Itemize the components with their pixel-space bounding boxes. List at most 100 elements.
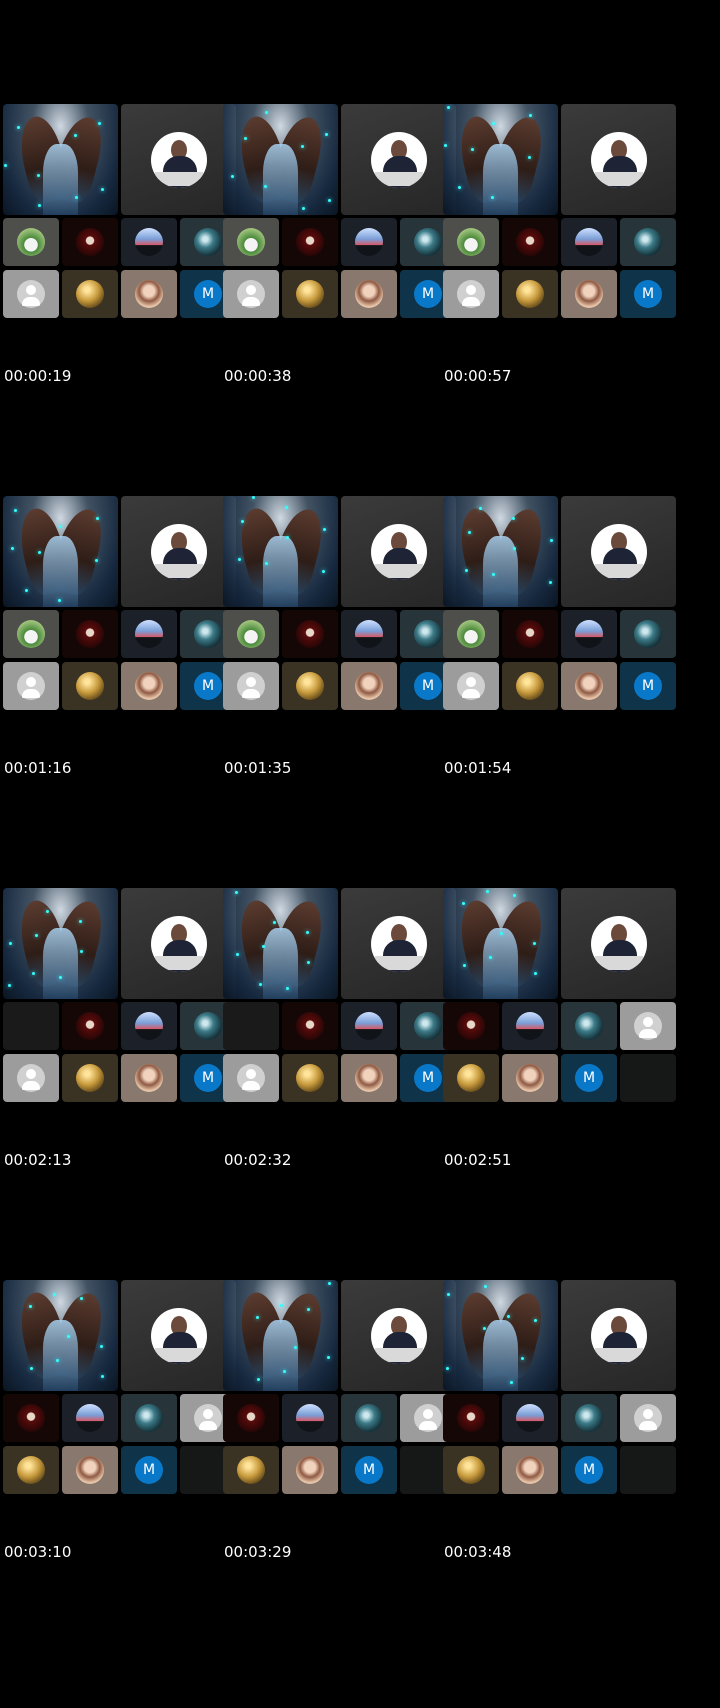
participant-man-green-tile[interactable]	[443, 610, 499, 658]
participant-gold-tile[interactable]	[223, 1446, 279, 1494]
participant-bearded-man-tile[interactable]	[561, 662, 617, 710]
participant-earth-tile[interactable]	[121, 1394, 177, 1442]
participant-earth-tile[interactable]	[620, 610, 676, 658]
participant-bearded-man-tile[interactable]	[502, 1446, 558, 1494]
participant-bearded-man-tile[interactable]	[341, 270, 397, 318]
participant-camera-off-tile[interactable]	[223, 1002, 279, 1050]
participant-default-avatar-tile[interactable]	[223, 270, 279, 318]
participant-earth-tile[interactable]	[341, 1394, 397, 1442]
participant-default-avatar-tile[interactable]	[223, 1054, 279, 1102]
main-video-tile[interactable]	[223, 888, 338, 999]
main-video-tile[interactable]	[443, 1280, 558, 1391]
presenter-tile[interactable]	[341, 1280, 456, 1391]
participant-gold-tile[interactable]	[282, 662, 338, 710]
participant-silhouette-tile[interactable]	[121, 218, 177, 266]
participant-m-tile[interactable]: M	[561, 1446, 617, 1494]
main-video-tile[interactable]	[3, 496, 118, 607]
presenter-tile[interactable]	[561, 496, 676, 607]
participant-red-portrait-tile[interactable]	[62, 1002, 118, 1050]
participant-silhouette-tile[interactable]	[341, 610, 397, 658]
participant-silhouette-tile[interactable]	[502, 1002, 558, 1050]
main-video-tile[interactable]	[223, 104, 338, 215]
participant-bearded-man-tile[interactable]	[341, 1054, 397, 1102]
main-video-tile[interactable]	[443, 104, 558, 215]
participant-silhouette-tile[interactable]	[561, 218, 617, 266]
participant-gold-tile[interactable]	[282, 1054, 338, 1102]
participant-red-portrait-tile[interactable]	[443, 1394, 499, 1442]
participant-gold-tile[interactable]	[502, 662, 558, 710]
participant-m-tile[interactable]: M	[121, 1446, 177, 1494]
participant-red-portrait-tile[interactable]	[3, 1394, 59, 1442]
presenter-tile[interactable]	[121, 496, 236, 607]
participant-gold-tile[interactable]	[282, 270, 338, 318]
presenter-tile[interactable]	[121, 888, 236, 999]
participant-default-avatar-tile[interactable]	[620, 1002, 676, 1050]
participant-default-avatar-tile[interactable]	[223, 662, 279, 710]
participant-red-portrait-tile[interactable]	[282, 218, 338, 266]
participant-gold-tile[interactable]	[62, 662, 118, 710]
presenter-tile[interactable]	[561, 104, 676, 215]
participant-silhouette-tile[interactable]	[282, 1394, 338, 1442]
participant-red-portrait-tile[interactable]	[443, 1002, 499, 1050]
participant-bearded-man-tile[interactable]	[121, 270, 177, 318]
participant-red-portrait-tile[interactable]	[502, 610, 558, 658]
participant-gold-tile[interactable]	[62, 1054, 118, 1102]
participant-earth-tile[interactable]	[561, 1394, 617, 1442]
participant-man-green-tile[interactable]	[223, 610, 279, 658]
participant-silhouette-tile[interactable]	[62, 1394, 118, 1442]
participant-gold-tile[interactable]	[443, 1446, 499, 1494]
participant-earth-tile[interactable]	[620, 218, 676, 266]
participant-silhouette-tile[interactable]	[561, 610, 617, 658]
participant-m-tile[interactable]: M	[620, 662, 676, 710]
participant-default-avatar-tile[interactable]	[3, 1054, 59, 1102]
participant-red-portrait-tile[interactable]	[223, 1394, 279, 1442]
presenter-tile[interactable]	[341, 888, 456, 999]
participant-red-portrait-tile[interactable]	[62, 610, 118, 658]
participant-gold-tile[interactable]	[62, 270, 118, 318]
participant-default-avatar-tile[interactable]	[620, 1394, 676, 1442]
participant-silhouette-tile[interactable]	[341, 1002, 397, 1050]
participant-red-portrait-tile[interactable]	[502, 218, 558, 266]
participant-bearded-man-tile[interactable]	[62, 1446, 118, 1494]
participant-camera-off-tile[interactable]	[3, 1002, 59, 1050]
participant-silhouette-tile[interactable]	[121, 610, 177, 658]
participant-default-avatar-tile[interactable]	[443, 662, 499, 710]
participant-red-portrait-tile[interactable]	[282, 610, 338, 658]
participant-m-tile[interactable]: M	[620, 270, 676, 318]
participant-bearded-man-tile[interactable]	[561, 270, 617, 318]
presenter-tile[interactable]	[341, 496, 456, 607]
participant-man-green-tile[interactable]	[223, 218, 279, 266]
participant-default-avatar-tile[interactable]	[3, 662, 59, 710]
presenter-tile[interactable]	[341, 104, 456, 215]
presenter-tile[interactable]	[121, 1280, 236, 1391]
participant-default-avatar-tile[interactable]	[3, 270, 59, 318]
participant-red-portrait-tile[interactable]	[282, 1002, 338, 1050]
participant-man-green-tile[interactable]	[3, 610, 59, 658]
participant-bearded-man-tile[interactable]	[282, 1446, 338, 1494]
main-video-tile[interactable]	[223, 1280, 338, 1391]
participant-bearded-man-tile[interactable]	[502, 1054, 558, 1102]
participant-default-avatar-tile[interactable]	[443, 270, 499, 318]
presenter-tile[interactable]	[561, 1280, 676, 1391]
participant-m-tile[interactable]: M	[341, 1446, 397, 1494]
participant-silhouette-tile[interactable]	[502, 1394, 558, 1442]
participant-gold-tile[interactable]	[443, 1054, 499, 1102]
main-video-tile[interactable]	[443, 888, 558, 999]
participant-bearded-man-tile[interactable]	[341, 662, 397, 710]
participant-man-green-tile[interactable]	[3, 218, 59, 266]
participant-silhouette-tile[interactable]	[121, 1002, 177, 1050]
participant-red-portrait-tile[interactable]	[62, 218, 118, 266]
participant-gold-tile[interactable]	[3, 1446, 59, 1494]
participant-gold-tile[interactable]	[502, 270, 558, 318]
participant-bearded-man-tile[interactable]	[121, 662, 177, 710]
participant-bearded-man-tile[interactable]	[121, 1054, 177, 1102]
participant-man-green-tile[interactable]	[443, 218, 499, 266]
main-video-tile[interactable]	[223, 496, 338, 607]
main-video-tile[interactable]	[443, 496, 558, 607]
participant-earth-tile[interactable]	[561, 1002, 617, 1050]
presenter-tile[interactable]	[121, 104, 236, 215]
presenter-tile[interactable]	[561, 888, 676, 999]
participant-silhouette-tile[interactable]	[341, 218, 397, 266]
main-video-tile[interactable]	[3, 888, 118, 999]
main-video-tile[interactable]	[3, 1280, 118, 1391]
